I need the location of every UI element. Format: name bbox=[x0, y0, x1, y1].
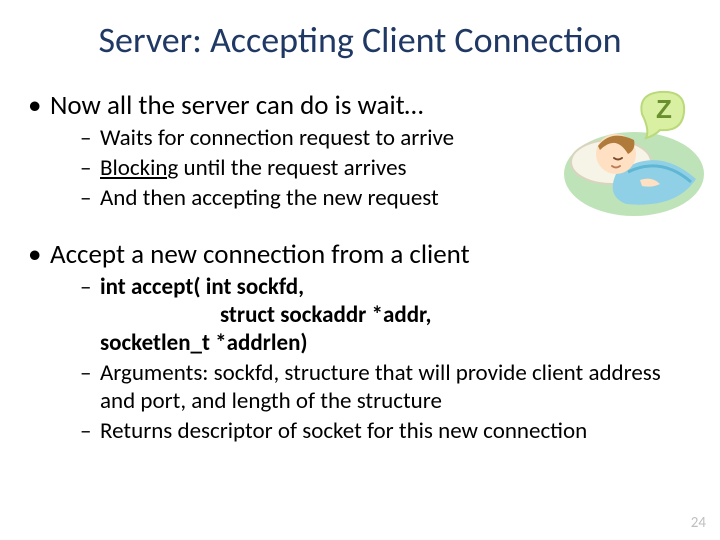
slide-title: Server: Accepting Client Connection bbox=[0, 18, 720, 62]
page-number: 24 bbox=[691, 514, 706, 532]
bullet-accept: Accept a new connection from a client in… bbox=[28, 239, 700, 446]
sig-line-2: struct sockaddr *addr, bbox=[100, 301, 700, 329]
sleeping-child-z-icon: Z bbox=[556, 84, 706, 224]
bullet-wait-text: Now all the server can do is wait… bbox=[50, 89, 423, 122]
slide: Server: Accepting Client Connection Now … bbox=[0, 0, 720, 540]
sub-returns: Returns descriptor of socket for this ne… bbox=[80, 417, 700, 445]
sub-signature: int accept( int sockfd, struct sockaddr … bbox=[80, 273, 700, 357]
blocking-word: Blocking bbox=[100, 154, 178, 182]
sig-line-3: socketlen_t *addrlen) bbox=[100, 329, 700, 357]
sig-line-1: int accept( int sockfd, bbox=[100, 273, 304, 301]
svg-text:Z: Z bbox=[656, 94, 672, 124]
sub-arguments: Arguments: sockfd, structure that will p… bbox=[80, 359, 700, 415]
bullet-accept-text: Accept a new connection from a client bbox=[50, 238, 470, 271]
blocking-rest: until the request arrives bbox=[178, 154, 406, 182]
